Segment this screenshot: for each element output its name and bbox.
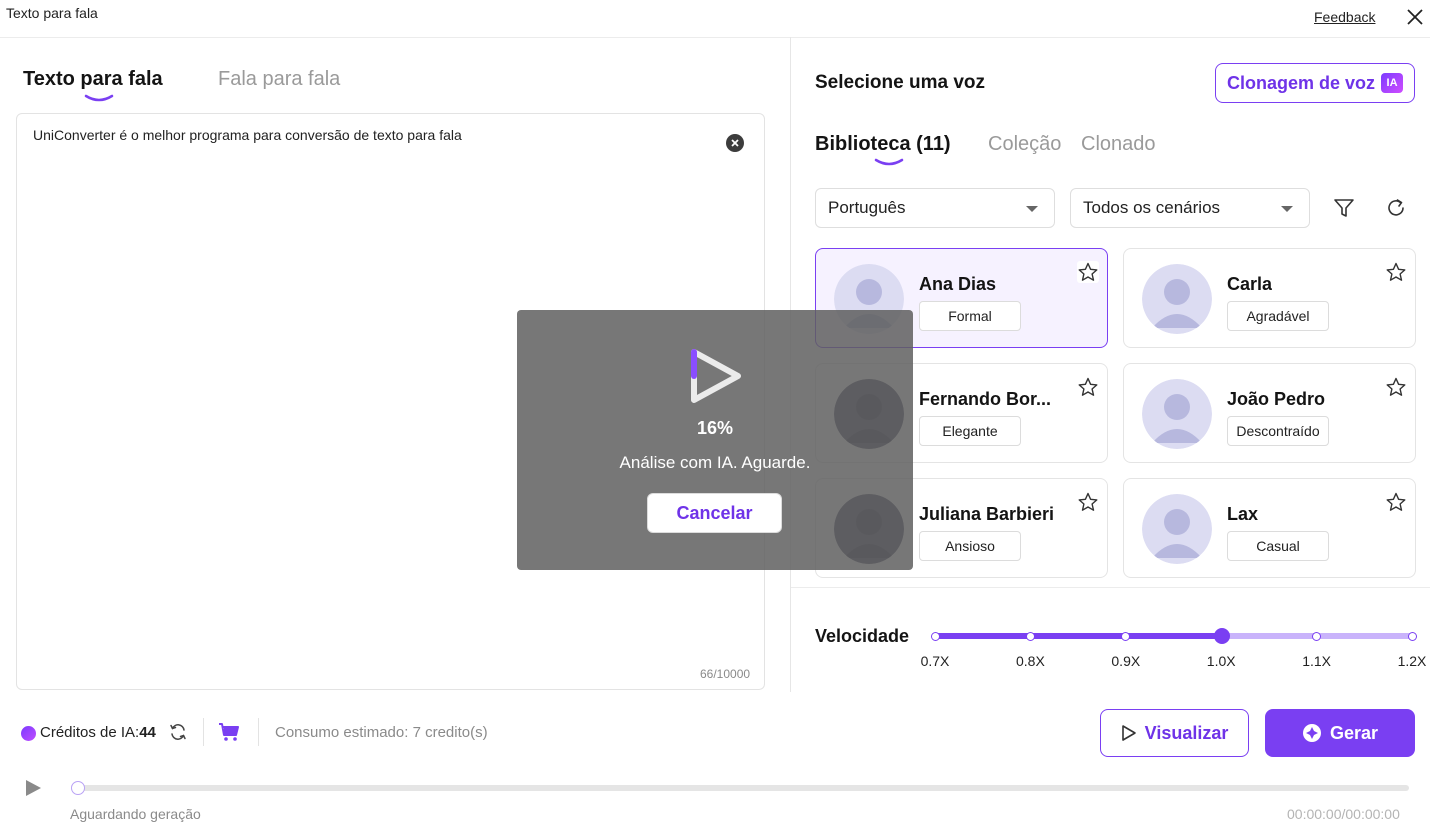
- close-icon[interactable]: [1404, 6, 1426, 28]
- voice-name: Juliana Barbieri: [919, 504, 1055, 524]
- voice-list-divider: [791, 587, 1430, 588]
- audio-progress-handle[interactable]: [71, 781, 85, 795]
- progress-message: Análise com IA. Aguarde.: [619, 453, 811, 472]
- estimated-consumption: Consumo estimado: 7 credito(s): [275, 724, 488, 741]
- feedback-link[interactable]: Feedback: [1314, 9, 1375, 25]
- clear-text-icon[interactable]: [726, 134, 744, 152]
- voice-tag: Elegante: [919, 416, 1021, 446]
- scenario-select-value: Todos os cenários: [1083, 198, 1221, 217]
- voice-name: João Pedro: [1227, 389, 1326, 409]
- favorite-star-icon[interactable]: [1077, 261, 1099, 283]
- refresh-icon[interactable]: [1383, 195, 1409, 221]
- ai-credits: Créditos de IA:44: [40, 724, 156, 741]
- ai-analysis-spinner-icon: [691, 349, 741, 403]
- filter-icon[interactable]: [1331, 195, 1357, 221]
- speed-tick-label: 1.2X: [1397, 653, 1427, 669]
- audio-progress-track[interactable]: [78, 785, 1409, 791]
- speed-tick-label: 0.7X: [920, 653, 950, 669]
- speed-tick-label: 0.8X: [1015, 653, 1045, 669]
- preview-button[interactable]: Visualizar: [1100, 709, 1249, 757]
- ai-badge: IA: [1381, 73, 1404, 93]
- preview-button-label: Visualizar: [1144, 722, 1229, 743]
- favorite-star-icon[interactable]: [1077, 376, 1099, 398]
- cart-icon[interactable]: [218, 722, 240, 742]
- speed-step-dot[interactable]: [1025, 632, 1035, 641]
- window-title: Texto para fala: [6, 5, 98, 21]
- library-tab-indicator: [874, 158, 904, 166]
- speed-tick-label: 0.9X: [1111, 653, 1141, 669]
- bottom-divider: [258, 718, 259, 746]
- speed-step-dot[interactable]: [1407, 632, 1417, 641]
- play-outline-icon: [1121, 725, 1136, 741]
- favorite-star-icon[interactable]: [1385, 491, 1407, 513]
- speed-slider-fill: [935, 633, 1222, 639]
- title-divider: [0, 37, 1430, 38]
- generation-status: Aguardando geração: [70, 806, 201, 822]
- generate-button-label: Gerar: [1329, 722, 1379, 743]
- character-count: 66/10000: [700, 667, 751, 681]
- speed-slider-handle[interactable]: [1214, 628, 1230, 644]
- favorite-star-icon[interactable]: [1385, 376, 1407, 398]
- tab-cloned[interactable]: Clonado: [1081, 133, 1156, 156]
- progress-percent: 16%: [696, 418, 734, 438]
- active-tab-indicator: [84, 94, 114, 102]
- tab-text-to-speech[interactable]: Texto para fala: [23, 68, 163, 91]
- speed-tick-label: 1.0X: [1206, 653, 1236, 669]
- generate-button[interactable]: Gerar: [1265, 709, 1415, 757]
- text-input-content[interactable]: UniConverter é o melhor programa para co…: [33, 127, 462, 143]
- voice-tag: Casual: [1227, 531, 1329, 561]
- favorite-star-icon[interactable]: [1077, 491, 1099, 513]
- voice-card[interactable]: Carla Agradável: [1123, 248, 1416, 348]
- tab-collection[interactable]: Coleção: [988, 133, 1061, 156]
- favorite-star-icon[interactable]: [1385, 261, 1407, 283]
- voice-tag: Agradável: [1227, 301, 1329, 331]
- ai-credits-icon: [21, 726, 36, 741]
- bottom-divider: [203, 718, 204, 746]
- voice-card[interactable]: João Pedro Descontraído: [1123, 363, 1416, 463]
- voice-tag: Descontraído: [1227, 416, 1329, 446]
- voice-avatar-icon: [1142, 379, 1212, 449]
- voice-section-title: Selecione uma voz: [815, 72, 986, 93]
- speed-step-dot[interactable]: [930, 632, 940, 641]
- voice-name: Lax: [1227, 504, 1259, 524]
- ai-credits-label: Créditos de IA:: [40, 724, 140, 741]
- voice-name: Ana Dias: [919, 274, 997, 294]
- voice-name: Fernando Bor...: [919, 389, 1052, 409]
- tab-library[interactable]: Biblioteca (11): [815, 133, 951, 156]
- generate-icon: [1302, 724, 1321, 742]
- voice-cloning-button[interactable]: Clonagem de voz IA: [1215, 63, 1415, 103]
- voice-name: Carla: [1227, 274, 1273, 294]
- speed-label: Velocidade: [815, 626, 910, 646]
- voice-avatar-icon: [1142, 264, 1212, 334]
- chevron-down-icon: [1026, 206, 1038, 212]
- language-select-value: Português: [828, 198, 906, 217]
- ai-credits-value: 44: [139, 724, 156, 741]
- play-icon[interactable]: [23, 778, 43, 798]
- cancel-button[interactable]: Cancelar: [647, 493, 782, 533]
- voice-tag: Ansioso: [919, 531, 1021, 561]
- audio-time: 00:00:00/00:00:00: [1287, 806, 1400, 822]
- speed-step-dot[interactable]: [1121, 632, 1131, 641]
- language-select[interactable]: Português: [815, 188, 1055, 228]
- voice-tag: Formal: [919, 301, 1021, 331]
- voice-cloning-label: Clonagem de voz: [1226, 72, 1376, 93]
- refresh-credits-icon[interactable]: [168, 722, 188, 742]
- scenario-select[interactable]: Todos os cenários: [1070, 188, 1310, 228]
- chevron-down-icon: [1281, 206, 1293, 212]
- tab-speech-to-speech[interactable]: Fala para fala: [218, 68, 340, 91]
- speed-tick-label: 1.1X: [1302, 653, 1331, 669]
- speed-step-dot[interactable]: [1312, 632, 1322, 641]
- voice-avatar-icon: [1142, 494, 1212, 564]
- voice-card[interactable]: Lax Casual: [1123, 478, 1416, 578]
